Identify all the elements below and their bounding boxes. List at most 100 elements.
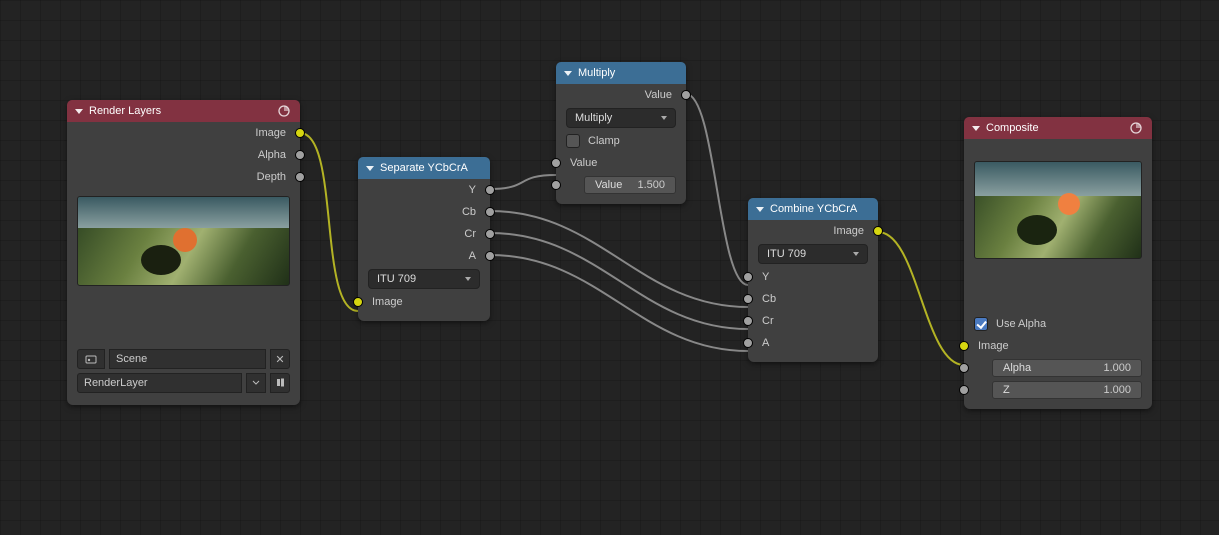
scene-name[interactable]: Scene: [109, 349, 266, 369]
output-a-socket[interactable]: A: [358, 245, 490, 267]
output-image-socket[interactable]: Image: [67, 122, 300, 144]
input-image-socket[interactable]: Image: [358, 291, 490, 313]
value2-label: Value: [595, 179, 622, 191]
output-cb-socket[interactable]: Cb: [358, 201, 490, 223]
chevron-down-icon: [853, 252, 859, 256]
alpha-label: Alpha: [1003, 362, 1031, 374]
socket-label: Alpha: [258, 149, 286, 161]
output-image-socket[interactable]: Image: [748, 220, 878, 242]
socket-dot[interactable]: [295, 150, 305, 160]
socket-label: Y: [469, 184, 476, 196]
scene-icon[interactable]: [77, 349, 105, 369]
socket-dot[interactable]: [551, 158, 561, 168]
socket-dot[interactable]: [959, 385, 969, 395]
alpha-field[interactable]: Alpha 1.000: [992, 359, 1142, 377]
socket-dot[interactable]: [681, 90, 691, 100]
mode-dropdown[interactable]: ITU 709: [758, 244, 868, 264]
chevron-down-icon[interactable]: [246, 373, 266, 393]
socket-label: A: [762, 337, 769, 349]
socket-dot[interactable]: [743, 316, 753, 326]
collapse-icon[interactable]: [75, 109, 83, 114]
output-depth-socket[interactable]: Depth: [67, 166, 300, 188]
collapse-icon[interactable]: [366, 166, 374, 171]
socket-label: A: [469, 250, 476, 262]
socket-dot[interactable]: [959, 341, 969, 351]
clamp-checkbox[interactable]: [566, 134, 580, 148]
socket-label: Value: [570, 157, 597, 169]
socket-dot[interactable]: [551, 180, 561, 190]
output-value-socket[interactable]: Value: [556, 84, 686, 106]
socket-dot[interactable]: [485, 229, 495, 239]
socket-label: Cb: [462, 206, 476, 218]
clamp-label: Clamp: [588, 135, 620, 147]
composite-preview-thumbnail: [974, 161, 1142, 259]
pin-icon[interactable]: [270, 373, 290, 393]
collapse-icon[interactable]: [756, 207, 764, 212]
composite-node[interactable]: Composite Use Alpha Image Alpha 1.000: [964, 117, 1152, 409]
use-alpha-checkbox[interactable]: [974, 317, 988, 331]
socket-dot[interactable]: [743, 294, 753, 304]
input-z-socket[interactable]: Z 1.000: [964, 379, 1152, 401]
combine-ycbcra-node[interactable]: Combine YCbCrA Image ITU 709 Y Cb Cr A: [748, 198, 878, 362]
input-image-socket[interactable]: Image: [964, 335, 1152, 357]
socket-dot[interactable]: [743, 272, 753, 282]
socket-label: Cr: [464, 228, 476, 240]
render-layers-node[interactable]: Render Layers Image Alpha Depth Scene: [67, 100, 300, 405]
use-alpha-row[interactable]: Use Alpha: [964, 313, 1152, 335]
multiply-node[interactable]: Multiply Value Multiply Clamp Value Valu…: [556, 62, 686, 204]
node-title: Composite: [986, 122, 1039, 134]
socket-dot[interactable]: [295, 172, 305, 182]
input-cr-socket[interactable]: Cr: [748, 310, 878, 332]
node-header[interactable]: Render Layers: [67, 100, 300, 122]
operation-dropdown[interactable]: Multiply: [566, 108, 676, 128]
value2-number: 1.500: [637, 179, 665, 191]
alpha-number: 1.000: [1103, 362, 1131, 374]
mode-dropdown[interactable]: ITU 709: [368, 269, 480, 289]
node-header[interactable]: Combine YCbCrA: [748, 198, 878, 220]
output-cr-socket[interactable]: Cr: [358, 223, 490, 245]
socket-label: Y: [762, 271, 769, 283]
z-field[interactable]: Z 1.000: [992, 381, 1142, 399]
clear-scene-icon[interactable]: ✕: [270, 349, 290, 369]
layer-name[interactable]: RenderLayer: [77, 373, 242, 393]
chevron-down-icon: [661, 116, 667, 120]
z-number: 1.000: [1103, 384, 1131, 396]
scene-selector[interactable]: Scene ✕: [67, 345, 300, 373]
operation-label: Multiply: [575, 112, 612, 124]
render-layer-selector[interactable]: RenderLayer: [67, 373, 300, 397]
mode-label: ITU 709: [767, 248, 806, 260]
input-a-socket[interactable]: A: [748, 332, 878, 354]
separate-ycbcra-node[interactable]: Separate YCbCrA Y Cb Cr A ITU 709 Image: [358, 157, 490, 321]
node-header[interactable]: Composite: [964, 117, 1152, 139]
input-alpha-socket[interactable]: Alpha 1.000: [964, 357, 1152, 379]
socket-label: Image: [372, 296, 403, 308]
socket-dot[interactable]: [485, 185, 495, 195]
collapse-icon[interactable]: [564, 71, 572, 76]
node-title: Multiply: [578, 67, 615, 79]
socket-dot[interactable]: [873, 226, 883, 236]
socket-label: Value: [645, 89, 672, 101]
output-y-socket[interactable]: Y: [358, 179, 490, 201]
output-alpha-socket[interactable]: Alpha: [67, 144, 300, 166]
material-icon[interactable]: [276, 103, 292, 119]
socket-dot[interactable]: [295, 128, 305, 138]
node-header[interactable]: Multiply: [556, 62, 686, 84]
input-value-socket[interactable]: Value: [556, 152, 686, 174]
collapse-icon[interactable]: [972, 126, 980, 131]
material-icon[interactable]: [1128, 120, 1144, 136]
socket-dot[interactable]: [485, 207, 495, 217]
socket-label: Depth: [257, 171, 286, 183]
socket-dot[interactable]: [743, 338, 753, 348]
socket-dot[interactable]: [353, 297, 363, 307]
node-header[interactable]: Separate YCbCrA: [358, 157, 490, 179]
value2-field[interactable]: Value 1.500: [584, 176, 676, 194]
input-cb-socket[interactable]: Cb: [748, 288, 878, 310]
clamp-checkbox-row[interactable]: Clamp: [556, 130, 686, 152]
socket-dot[interactable]: [959, 363, 969, 373]
socket-label: Image: [978, 340, 1009, 352]
input-value2-socket[interactable]: Value 1.500: [556, 174, 686, 196]
use-alpha-label: Use Alpha: [996, 318, 1046, 330]
z-label: Z: [1003, 384, 1010, 396]
input-y-socket[interactable]: Y: [748, 266, 878, 288]
socket-dot[interactable]: [485, 251, 495, 261]
